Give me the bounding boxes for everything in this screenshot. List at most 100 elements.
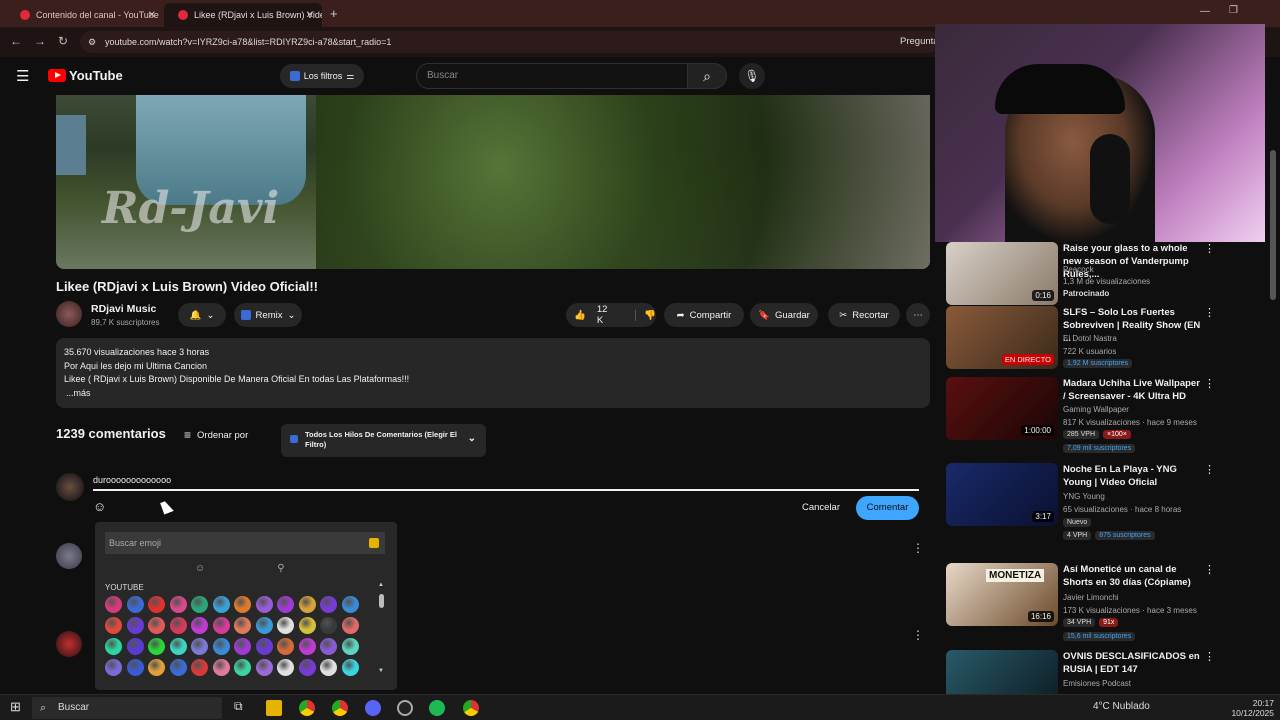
dislike-button[interactable]: 👎	[635, 309, 656, 321]
channel-name[interactable]: Emisiones Podcast	[1063, 679, 1131, 688]
channel-avatar[interactable]	[56, 301, 82, 327]
emoji-item[interactable]	[212, 596, 230, 613]
more-vertical-icon[interactable]: ⋮	[912, 628, 924, 642]
emoji-item[interactable]	[341, 638, 359, 655]
emoji-item[interactable]	[298, 617, 316, 634]
emoji-item[interactable]	[255, 638, 273, 655]
emoji-item[interactable]	[234, 659, 251, 676]
share-button[interactable]: ➦ Compartir	[664, 303, 744, 327]
emoji-item[interactable]	[126, 617, 144, 634]
video-title[interactable]: Raise your glass to a whole new season o…	[1063, 242, 1203, 281]
emoji-item[interactable]	[191, 596, 208, 613]
system-clock[interactable]: 20:17 10/12/2025	[1231, 698, 1274, 718]
more-vertical-icon[interactable]: ⋮	[1204, 306, 1215, 319]
sidebar-video[interactable]: MONETIZA 16:16 Así Moneticé un canal de …	[946, 563, 1261, 641]
search-icon[interactable]: ⌕	[687, 63, 727, 89]
emoji-item[interactable]	[191, 659, 208, 676]
emoji-item[interactable]	[126, 659, 144, 676]
emoji-item[interactable]	[169, 617, 187, 634]
obs-icon[interactable]	[397, 700, 413, 716]
emoji-item[interactable]	[277, 617, 294, 634]
commenter-avatar[interactable]	[56, 543, 82, 569]
weather-widget[interactable]: 4°C Nublado	[1093, 701, 1150, 712]
scroll-up-icon[interactable]: ▲	[378, 582, 384, 588]
emoji-item[interactable]	[320, 596, 337, 613]
channel-name[interactable]: Javier Limonchi	[1063, 593, 1119, 602]
emoji-item[interactable]	[234, 596, 251, 613]
channel-name[interactable]: YNG Young	[1063, 492, 1105, 501]
thread-filter-dropdown[interactable]: Todos Los Hilos De Comentarios (Elegir E…	[281, 424, 486, 457]
emoji-item[interactable]	[105, 638, 122, 655]
emoji-item[interactable]	[255, 659, 273, 676]
video-thumbnail[interactable]: MONETIZA 16:16	[946, 563, 1058, 626]
emoji-item[interactable]	[126, 596, 144, 613]
emoji-item[interactable]	[298, 659, 316, 676]
minimize-icon[interactable]: —	[1200, 6, 1210, 17]
emoji-item[interactable]	[105, 617, 122, 634]
cancel-button[interactable]: Cancelar	[795, 497, 847, 519]
emoji-item[interactable]	[148, 617, 165, 634]
file-explorer-icon[interactable]	[266, 700, 282, 716]
show-more-link[interactable]: ...más	[66, 387, 922, 401]
emoji-item[interactable]	[148, 638, 165, 655]
emoji-item[interactable]	[234, 638, 251, 655]
more-actions-button[interactable]: ⋯	[906, 303, 930, 327]
sidebar-video[interactable]: 1:00:00 Madara Uchiha Live Wallpaper / S…	[946, 377, 1261, 453]
save-button[interactable]: 🔖 Guardar	[750, 303, 818, 327]
emoji-item[interactable]	[341, 596, 359, 613]
channel-name[interactable]: El Dotol Nastra	[1063, 334, 1117, 343]
video-title[interactable]: Madara Uchiha Live Wallpaper / Screensav…	[1063, 377, 1203, 403]
url-field[interactable]: ⚙ youtube.com/watch?v=IYRZ9ci-a78&list=R…	[80, 31, 940, 53]
emoji-item[interactable]	[126, 638, 144, 655]
emoji-item[interactable]	[148, 596, 165, 613]
emoji-icon[interactable]: ☺	[93, 499, 106, 514]
chrome-icon[interactable]	[463, 700, 479, 716]
more-vertical-icon[interactable]: ⋮	[1204, 463, 1215, 476]
back-icon[interactable]: ←	[10, 34, 22, 48]
video-thumbnail[interactable]	[946, 650, 1058, 694]
close-tab-icon[interactable]: ✕	[148, 10, 156, 21]
emoji-item[interactable]	[341, 659, 359, 676]
comment-submit-button[interactable]: Comentar	[856, 496, 919, 520]
forward-icon[interactable]: →	[34, 34, 46, 48]
clip-button[interactable]: ✂ Recortar	[828, 303, 900, 327]
chrome-icon[interactable]	[299, 700, 315, 716]
description-box[interactable]: 35.670 visualizaciones hace 3 horas Por …	[56, 338, 930, 408]
spotify-icon[interactable]	[429, 700, 445, 716]
emoji-item[interactable]	[105, 596, 122, 613]
commenter-avatar[interactable]	[56, 631, 82, 657]
emoji-item[interactable]	[191, 617, 208, 634]
microphone-icon[interactable]: 🎙	[739, 63, 765, 89]
remix-button[interactable]: Remix ⌄	[234, 303, 302, 327]
video-title[interactable]: Noche En La Playa - YNG Young | Video Of…	[1063, 463, 1203, 489]
pin-icon[interactable]: ⚲	[277, 563, 284, 574]
youtube-logo[interactable]: YouTube	[48, 68, 123, 83]
search-input[interactable]: Buscar	[416, 63, 688, 89]
chrome-icon[interactable]	[332, 700, 348, 716]
emoji-item[interactable]	[169, 638, 187, 655]
emoji-item[interactable]	[169, 596, 187, 613]
like-button[interactable]: 👍 12 K 👎	[566, 303, 656, 327]
close-tab-icon[interactable]: ✕	[306, 10, 314, 21]
scroll-down-icon[interactable]: ▼	[378, 668, 384, 674]
comment-input[interactable]: durooooooooooooo	[93, 475, 919, 491]
emoji-item[interactable]	[277, 596, 294, 613]
subscribed-bell-button[interactable]: 🔔 ⌄	[178, 303, 226, 327]
emoji-search-input[interactable]: Buscar emoji	[105, 532, 385, 554]
video-thumbnail[interactable]: 1:00:00	[946, 377, 1058, 440]
taskbar-search[interactable]: ⌕ Buscar	[32, 697, 222, 719]
reload-icon[interactable]: ↻	[58, 34, 68, 48]
video-title[interactable]: OVNIS DESCLASIFICADOS en RUSIA | EDT 147	[1063, 650, 1203, 676]
pregunta-label[interactable]: Pregunta	[900, 36, 939, 47]
emoji-item[interactable]	[277, 659, 294, 676]
more-vertical-icon[interactable]: ⋮	[1204, 650, 1215, 663]
emoji-item[interactable]	[105, 659, 122, 676]
filters-button[interactable]: Los filtros ⚌	[280, 64, 364, 88]
more-vertical-icon[interactable]: ⋮	[1204, 377, 1215, 390]
emoji-item[interactable]	[298, 596, 316, 613]
emoji-item[interactable]	[320, 617, 337, 634]
channel-name[interactable]: Gaming Wallpaper	[1063, 405, 1129, 414]
smiley-icon[interactable]: ☺	[195, 563, 205, 574]
sidebar-video[interactable]: 3:17 Noche En La Playa - YNG Young | Vid…	[946, 463, 1261, 540]
sort-by-button[interactable]: ≡ Ordenar por	[184, 428, 248, 442]
